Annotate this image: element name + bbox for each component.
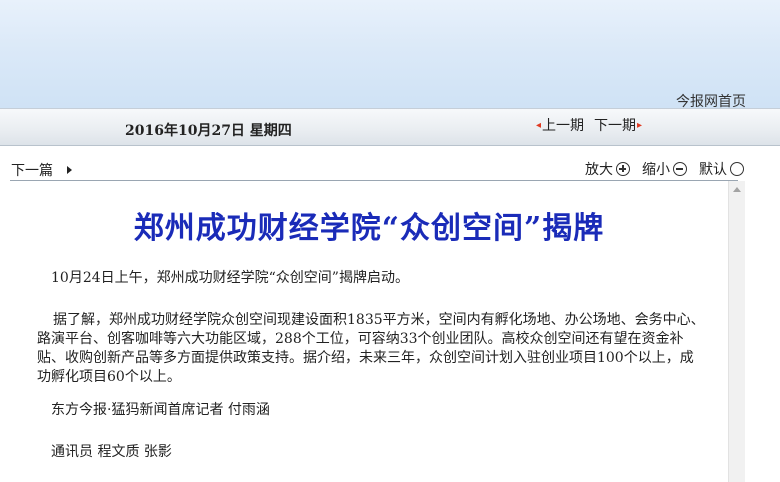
zoom-in-label: 放大 [585,162,613,178]
scroll-up-arrow-icon[interactable] [729,181,745,198]
article-toolbar: 下一篇 放大 缩小 默认 [0,156,780,180]
article-correspondent: 通讯员 程文质 张影 [51,444,172,460]
next-issue-link[interactable]: 下一期 [594,115,636,135]
prev-issue-link[interactable]: 上一期 [542,115,584,135]
article-paragraph: 据了解，郑州成功财经学院众创空间现建设面积1835平方米，空间内有孵化场地、办公… [37,312,705,385]
next-article-link[interactable]: 下一篇 [11,160,72,180]
left-arrow-icon: ◂ [536,119,542,131]
article-body: 郑州成功财经学院“众创空间”揭牌 10月24日上午，郑州成功财经学院“众创空间”… [10,181,728,482]
zoom-in-button[interactable]: 放大 [585,159,630,179]
right-arrow-icon: ▸ [637,119,643,131]
plus-circle-icon [616,162,630,176]
default-size-label: 默认 [699,162,727,178]
top-banner: 今报网首页 [0,0,780,110]
vertical-scrollbar[interactable] [728,181,745,482]
issue-navigation: ◂ 上一期 下一期 ▸ [535,115,643,135]
article-title: 郑州成功财经学院“众创空间”揭牌 [133,211,605,246]
triangle-right-icon [67,166,72,174]
default-size-button[interactable]: 默认 [699,159,744,179]
font-size-controls: 放大 缩小 默认 [573,159,744,179]
article-paragraph: 10月24日上午，郑州成功财经学院“众创空间”揭牌启动。 [51,270,409,286]
zoom-out-label: 缩小 [642,162,670,178]
date-bar: 2016年10月27日 星期四 ◂ 上一期 下一期 ▸ [0,108,780,146]
minus-circle-icon [673,162,687,176]
article-byline: 东方今报·猛犸新闻首席记者 付雨涵 [51,402,270,418]
zoom-out-button[interactable]: 缩小 [642,159,687,179]
next-article-label: 下一篇 [11,163,53,179]
radio-circle-icon [730,162,744,176]
issue-date: 2016年10月27日 星期四 [125,123,292,139]
